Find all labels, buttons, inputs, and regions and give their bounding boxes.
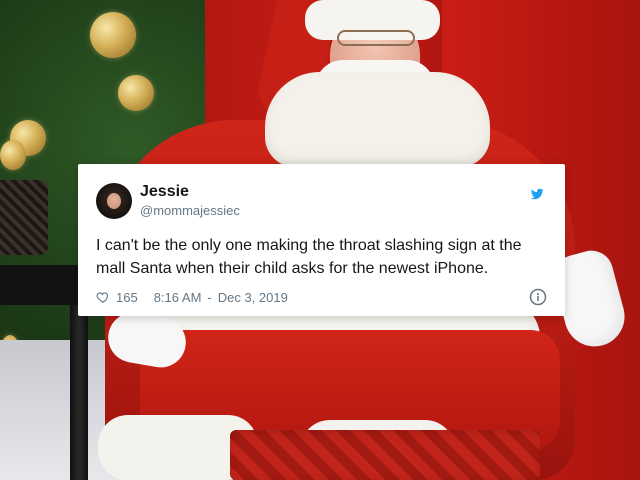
tweet-text: I can't be the only one making the throa… [96, 237, 522, 277]
tweet-time[interactable]: 8:16 AM [154, 290, 202, 305]
ornament [90, 12, 136, 58]
info-icon[interactable] [529, 288, 547, 306]
heart-icon[interactable] [96, 290, 110, 304]
basket [0, 180, 48, 255]
fur-collar [265, 72, 490, 167]
tweet-date[interactable]: Dec 3, 2019 [218, 290, 288, 305]
gift-wrap [230, 430, 540, 480]
avatar-face [107, 193, 121, 209]
tweet-display-name[interactable]: Jessie [140, 183, 189, 201]
like-count[interactable]: 165 [116, 290, 138, 305]
twitter-bird-icon[interactable] [527, 186, 547, 202]
tweet-card[interactable]: Jessie @mommajessiec I can't be the only… [78, 164, 565, 316]
tweet-handle[interactable]: @mommajessiec [140, 203, 240, 218]
glasses [337, 30, 415, 46]
ornament [118, 75, 154, 111]
avatar[interactable] [96, 183, 132, 219]
meta-separator: - [207, 289, 212, 305]
ornament [0, 140, 26, 170]
tweet-meta: 165 8:16 AM - Dec 3, 2019 [96, 288, 288, 306]
table-leg [70, 305, 88, 480]
